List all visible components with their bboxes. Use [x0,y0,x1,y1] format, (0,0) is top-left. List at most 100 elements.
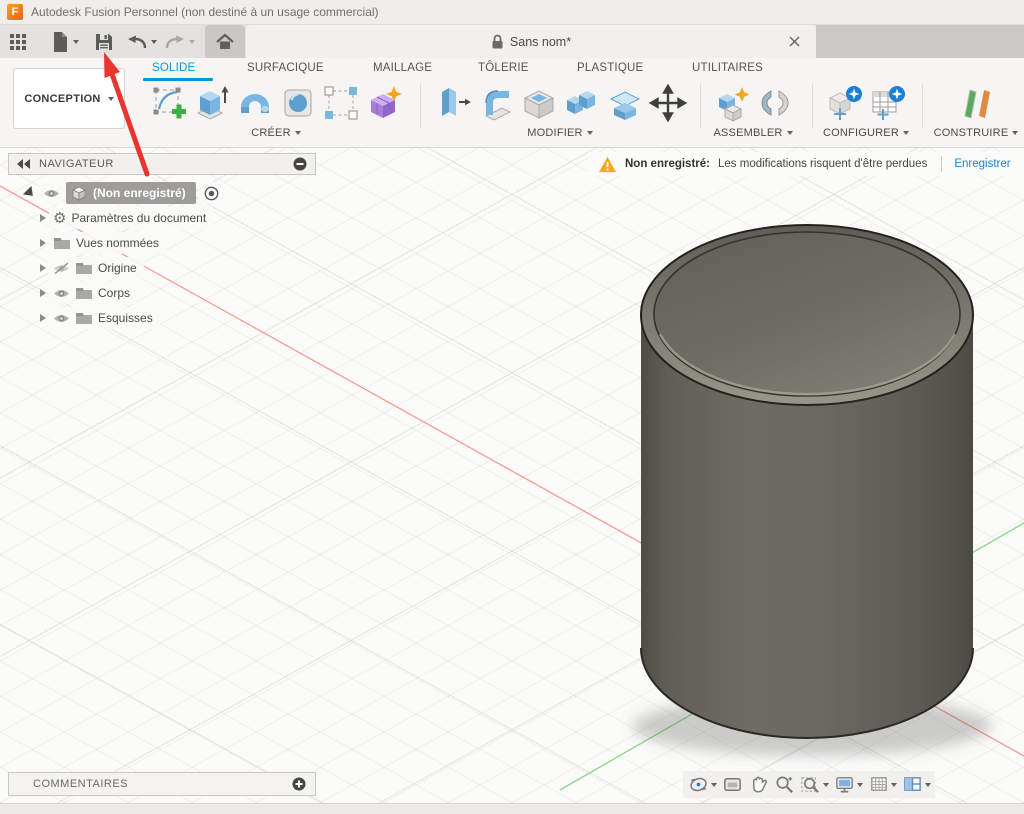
group-label-modifier[interactable]: MODIFIER [527,127,592,139]
group-label-configurer[interactable]: CONFIGURER [823,127,909,139]
tab-tolerie[interactable]: TÔLERIE [478,62,529,80]
tab-utilitaires[interactable]: UTILITAIRES [692,62,763,80]
construction-plane-button[interactable] [955,82,997,124]
configuration-button[interactable] [824,82,866,124]
fillet-button[interactable] [475,82,517,124]
visibility-eye-icon[interactable] [53,288,70,299]
expand-caret-icon[interactable] [40,264,46,272]
tree-item-label: Paramètres du document [71,211,206,225]
circle-minus-icon[interactable] [293,157,307,171]
title-bar: F Autodesk Fusion Personnel (non destiné… [0,0,1024,25]
tab-plastique[interactable]: PLASTIQUE [577,62,643,80]
combine-icon [562,83,602,123]
new-component-button[interactable] [711,82,753,124]
save-button[interactable] [94,30,114,54]
split-body-button[interactable] [604,82,646,124]
workspace-selector[interactable]: CONCEPTION [13,68,125,129]
fusion-logo-icon: F [7,4,23,20]
zoom-button[interactable] [774,774,795,795]
app-grid-button[interactable] [8,30,28,54]
redo-caret-icon [189,40,195,44]
configuration-table-button[interactable] [867,82,909,124]
tree-row-document-settings[interactable]: ⚙ Paramètres du document [40,207,213,229]
home-view-button[interactable] [205,25,245,58]
warning-message: Les modifications risquent d'être perdue… [718,158,927,170]
grid-settings-button[interactable] [868,774,897,795]
press-pull-icon [433,83,473,123]
tree-row-esquisses[interactable]: Esquisses [40,307,160,329]
expand-triangle-icon[interactable] [23,186,37,200]
group-caret-icon [787,131,793,135]
revolve-button[interactable] [234,82,276,124]
warning-status-label: Non enregistré: [625,158,710,170]
group-caret-icon [1012,131,1018,135]
group-label-assembler[interactable]: ASSEMBLER [713,127,792,139]
document-tab[interactable]: Sans nom* [246,25,816,58]
comments-panel-header[interactable]: COMMENTAIRES [8,772,316,796]
combine-button[interactable] [561,82,603,124]
tab-surfacique[interactable]: SURFACIQUE [247,62,324,80]
undo-icon [126,32,148,52]
expand-caret-icon[interactable] [40,239,46,247]
pattern-button[interactable] [320,82,362,124]
press-pull-button[interactable] [432,82,474,124]
joint-button[interactable] [754,82,796,124]
move-button[interactable] [647,82,689,124]
visibility-eye-hidden-icon[interactable] [53,262,70,275]
activate-component-radio[interactable] [199,182,225,204]
display-settings-button[interactable] [834,774,863,795]
ribbon-divider [420,84,421,128]
circle-plus-icon[interactable] [292,777,306,791]
cylinder-body[interactable] [641,225,973,738]
viewports-icon [902,774,923,795]
fusion-window: F Autodesk Fusion Personnel (non destiné… [0,0,1024,814]
tab-maillage[interactable]: MAILLAGE [373,62,432,80]
tab-close-button[interactable] [787,34,802,49]
form-icon [364,83,404,123]
create-form-button[interactable] [363,82,405,124]
new-component-icon [712,83,752,123]
group-label-construire[interactable]: CONSTRUIRE [934,127,1019,139]
look-at-button[interactable] [722,774,743,795]
workspace-caret-icon [108,97,114,101]
tree-row-corps[interactable]: Corps [40,282,137,304]
expand-caret-icon[interactable] [40,314,46,322]
tree-row-origine[interactable]: Origine [40,257,144,279]
zoom-window-button[interactable] [800,774,829,795]
grid-settings-caret-icon [891,783,897,787]
create-sketch-button[interactable] [148,82,190,124]
root-component-item[interactable]: (Non enregistré) [66,182,196,204]
pan-icon [748,774,769,795]
undo-button[interactable] [126,30,157,54]
active-tab-underline [143,78,213,81]
collapse-left-icon[interactable] [17,159,31,169]
redo-button[interactable] [164,30,195,54]
display-settings-caret-icon [857,783,863,787]
construction-plane-icon [956,83,996,123]
component-cube-icon [70,184,88,202]
pan-button[interactable] [748,774,769,795]
group-label-creer[interactable]: CRÉER [251,127,301,139]
tree-item-label: Corps [98,286,130,300]
ribbon-divider [922,84,923,128]
expand-caret-icon[interactable] [40,214,46,222]
navigator-header[interactable]: NAVIGATEUR [8,153,316,175]
orbit-button[interactable] [688,774,717,795]
orbit-caret-icon [711,783,717,787]
root-component-label: (Non enregistré) [93,186,186,200]
hole-button[interactable] [277,82,319,124]
tree-row-root[interactable]: (Non enregistré) [24,182,225,204]
visibility-eye-icon[interactable] [53,313,70,324]
expand-caret-icon[interactable] [40,289,46,297]
visibility-eye-icon[interactable] [39,182,63,204]
shell-button[interactable] [518,82,560,124]
file-menu-button[interactable] [50,30,79,54]
ribbon-divider [700,84,701,128]
tree-row-named-views[interactable]: Vues nommées [40,232,166,254]
grid-settings-icon [868,774,889,795]
group-caret-icon [295,131,301,135]
folder-icon [75,261,93,275]
viewports-button[interactable] [902,774,931,795]
enregistrer-link[interactable]: Enregistrer [954,158,1010,170]
extrude-button[interactable] [191,82,233,124]
